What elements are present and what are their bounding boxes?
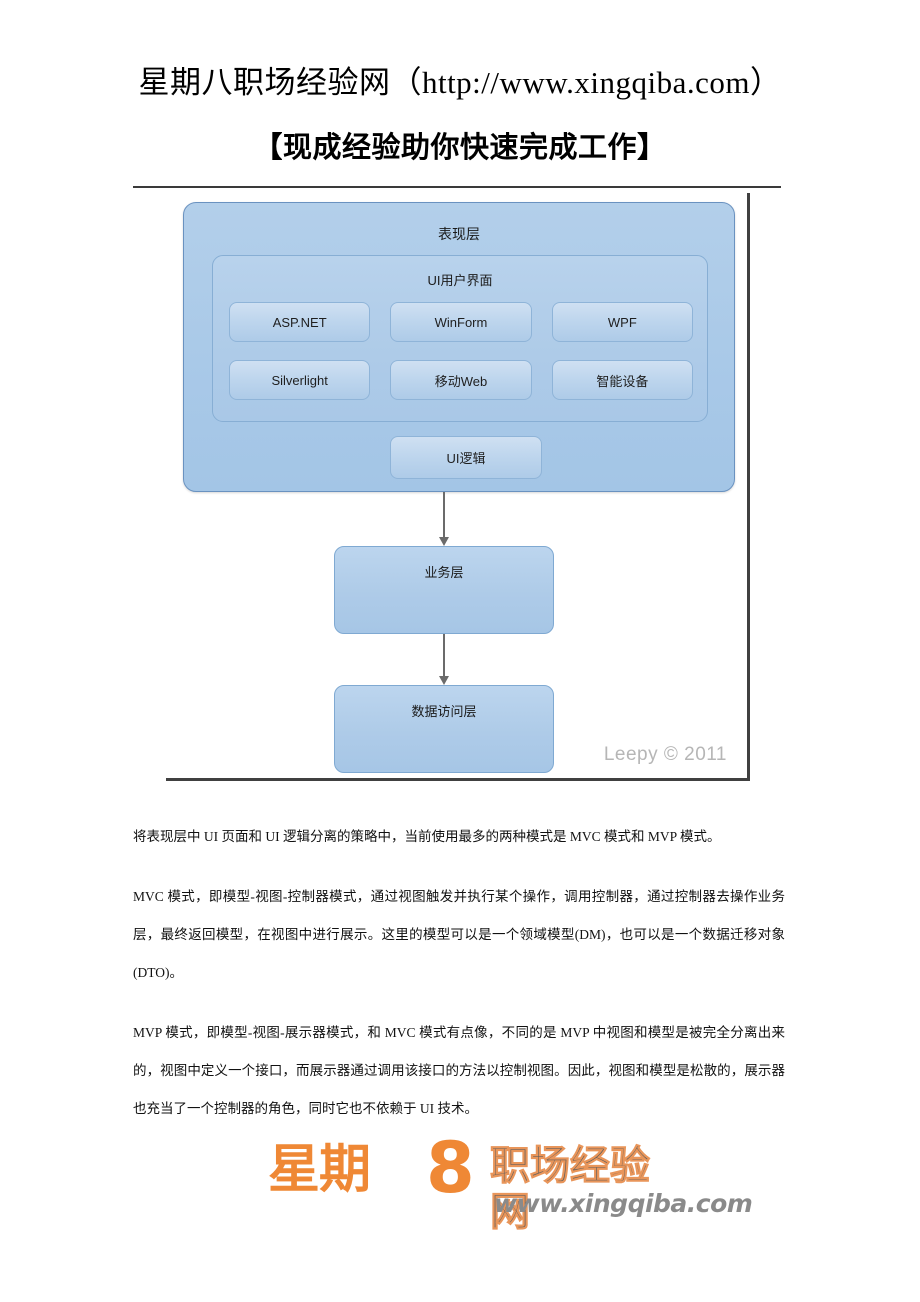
tech-box: WinForm <box>390 302 532 342</box>
paragraph: MVP 模式，即模型-视图-展示器模式，和 MVC 模式有点像，不同的是 MVP… <box>133 1025 785 1116</box>
arrow-presentation-to-business <box>439 492 449 546</box>
ui-container-box: UI用户界面 ASP.NET WinForm WPF Silverlight 移… <box>212 255 708 422</box>
logo-brand-eight: 8 <box>426 1127 475 1209</box>
tech-box: WPF <box>551 302 693 342</box>
data-access-layer-label: 数据访问层 <box>411 704 477 719</box>
diagram-frame: 表现层 UI用户界面 ASP.NET WinForm WPF Silverlig… <box>166 193 750 781</box>
arrow-business-to-data <box>439 634 449 685</box>
tech-box: 智能设备 <box>551 360 693 400</box>
logo-brand-cn: 星期 <box>268 1140 371 1200</box>
tech-box: Silverlight <box>229 360 371 400</box>
footer-logo: 星期 8 职场经验网 www.xingqiba.com <box>268 1127 753 1236</box>
data-access-layer-box: 数据访问层 <box>334 685 554 773</box>
ui-container-label: UI用户界面 <box>427 273 493 288</box>
presentation-layer-box: 表现层 UI用户界面 ASP.NET WinForm WPF Silverlig… <box>183 202 735 492</box>
header-divider <box>133 186 781 188</box>
document-page: 星期八职场经验网（http://www.xingqiba.com） 【现成经验助… <box>0 0 920 1302</box>
diagram-watermark: Leepy © 2011 <box>603 744 727 765</box>
body-content: 将表现层中 UI 页面和 UI 逻辑分离的策略中，当前使用最多的两种模式是 MV… <box>133 818 785 1150</box>
paragraph: 将表现层中 UI 页面和 UI 逻辑分离的策略中，当前使用最多的两种模式是 MV… <box>133 829 721 844</box>
business-layer-box: 业务层 <box>334 546 554 634</box>
business-layer-label: 业务层 <box>424 565 464 580</box>
logo-url: www.xingqiba.com <box>494 1189 753 1218</box>
tech-box: ASP.NET <box>229 302 371 342</box>
site-slogan: 【现成经验助你快速完成工作】 <box>253 132 667 164</box>
architecture-diagram: 表现层 UI用户界面 ASP.NET WinForm WPF Silverlig… <box>166 193 750 781</box>
ui-logic-box: UI逻辑 <box>390 436 542 479</box>
technology-grid: ASP.NET WinForm WPF Silverlight 移动Web 智能… <box>229 302 693 400</box>
paragraph: MVC 模式，即模型-视图-控制器模式，通过视图触发并执行某个操作，调用控制器，… <box>133 889 785 980</box>
site-title: 星期八职场经验网（http://www.xingqiba.com） <box>138 65 782 100</box>
tech-box: 移动Web <box>390 360 532 400</box>
presentation-layer-label: 表现层 <box>438 226 480 242</box>
